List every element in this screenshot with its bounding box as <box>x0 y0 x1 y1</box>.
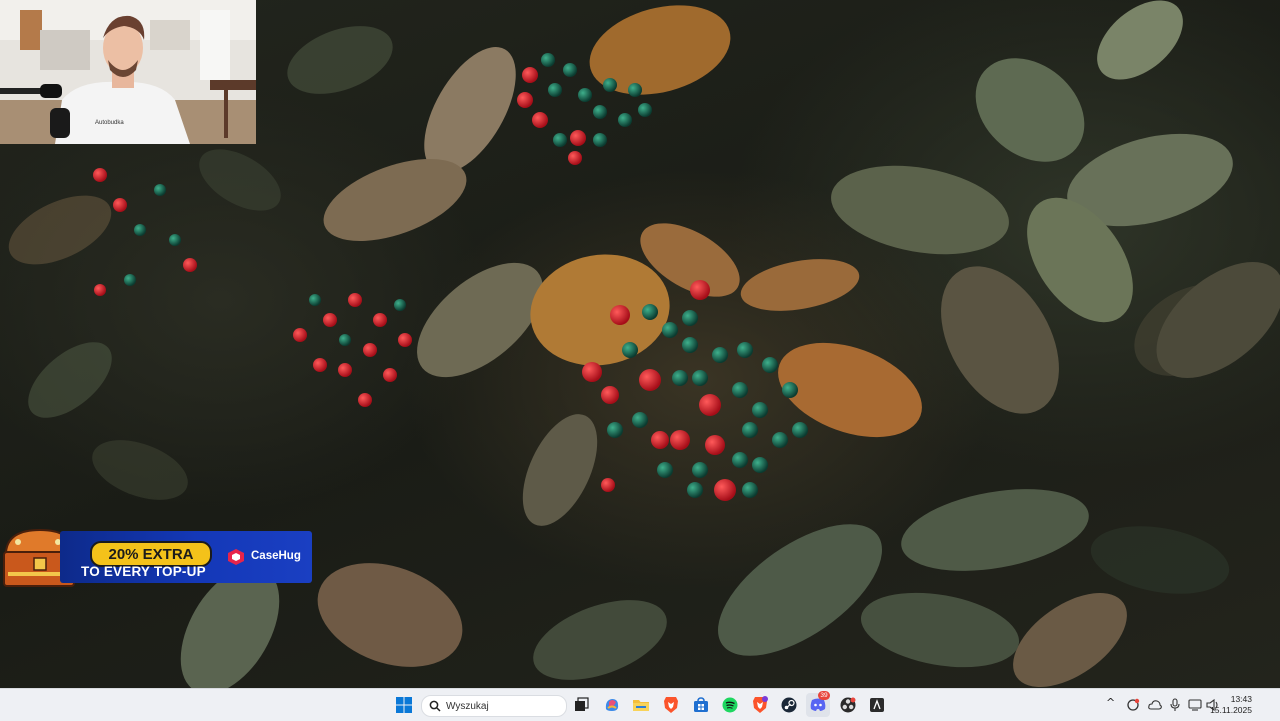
brave-browser-button[interactable] <box>659 693 683 717</box>
discord-notification-badge: 39 <box>818 691 830 700</box>
steam-icon <box>781 697 797 713</box>
tray-app-icon[interactable] <box>1126 698 1140 712</box>
start-icon <box>396 697 412 713</box>
tray-date: 15.11.2025 <box>1210 705 1252 715</box>
tray-clock[interactable]: 13:43 15.11.2025 <box>1210 694 1252 716</box>
search-label: Wyszukaj <box>446 700 489 712</box>
promo-brand: CaseHug <box>251 550 301 562</box>
webcam-overlay: Autobudka <box>0 0 256 144</box>
task-view-icon <box>575 697 589 711</box>
taskbar-search[interactable]: Wyszukaj <box>421 695 567 717</box>
shirt-logo-text: Autobudka <box>95 120 124 126</box>
spotify-icon <box>722 697 738 713</box>
network-icon[interactable] <box>1188 698 1202 712</box>
microsoft-store-icon <box>694 697 708 712</box>
microphone-icon[interactable] <box>1170 698 1180 712</box>
search-icon <box>429 700 441 712</box>
microsoft-store-button[interactable] <box>689 693 713 717</box>
copilot-button[interactable] <box>600 693 624 717</box>
obs-icon <box>840 697 856 713</box>
streamer-camera-feed: Autobudka <box>0 0 256 144</box>
start-button[interactable] <box>392 693 416 717</box>
tray-time: 13:43 <box>1230 694 1252 704</box>
casehug-logo-icon <box>228 549 244 565</box>
app-icon <box>870 698 884 712</box>
file-explorer-button[interactable] <box>629 693 653 717</box>
obs-button[interactable] <box>836 693 860 717</box>
onedrive-cloud-icon[interactable] <box>1148 699 1162 711</box>
brave-browser-icon-2 <box>753 696 768 713</box>
promo-subline: TO EVERY TOP-UP <box>81 564 206 579</box>
app-button[interactable] <box>865 693 889 717</box>
tray-overflow-chevron-icon[interactable]: ^ <box>1106 696 1115 709</box>
steam-button[interactable] <box>777 693 801 717</box>
spotify-button[interactable] <box>718 693 742 717</box>
promo-banner[interactable]: 20% EXTRA TO EVERY TOP-UP CaseHug <box>0 528 312 587</box>
task-view-button[interactable] <box>569 693 593 717</box>
file-explorer-icon <box>633 700 649 711</box>
copilot-icon <box>605 699 619 711</box>
brave-browser-button-2[interactable] <box>748 693 772 717</box>
brave-browser-icon <box>664 697 678 713</box>
taskbar: Wyszukaj 39 ^ 13:43 15.11.2025 <box>0 688 1280 721</box>
